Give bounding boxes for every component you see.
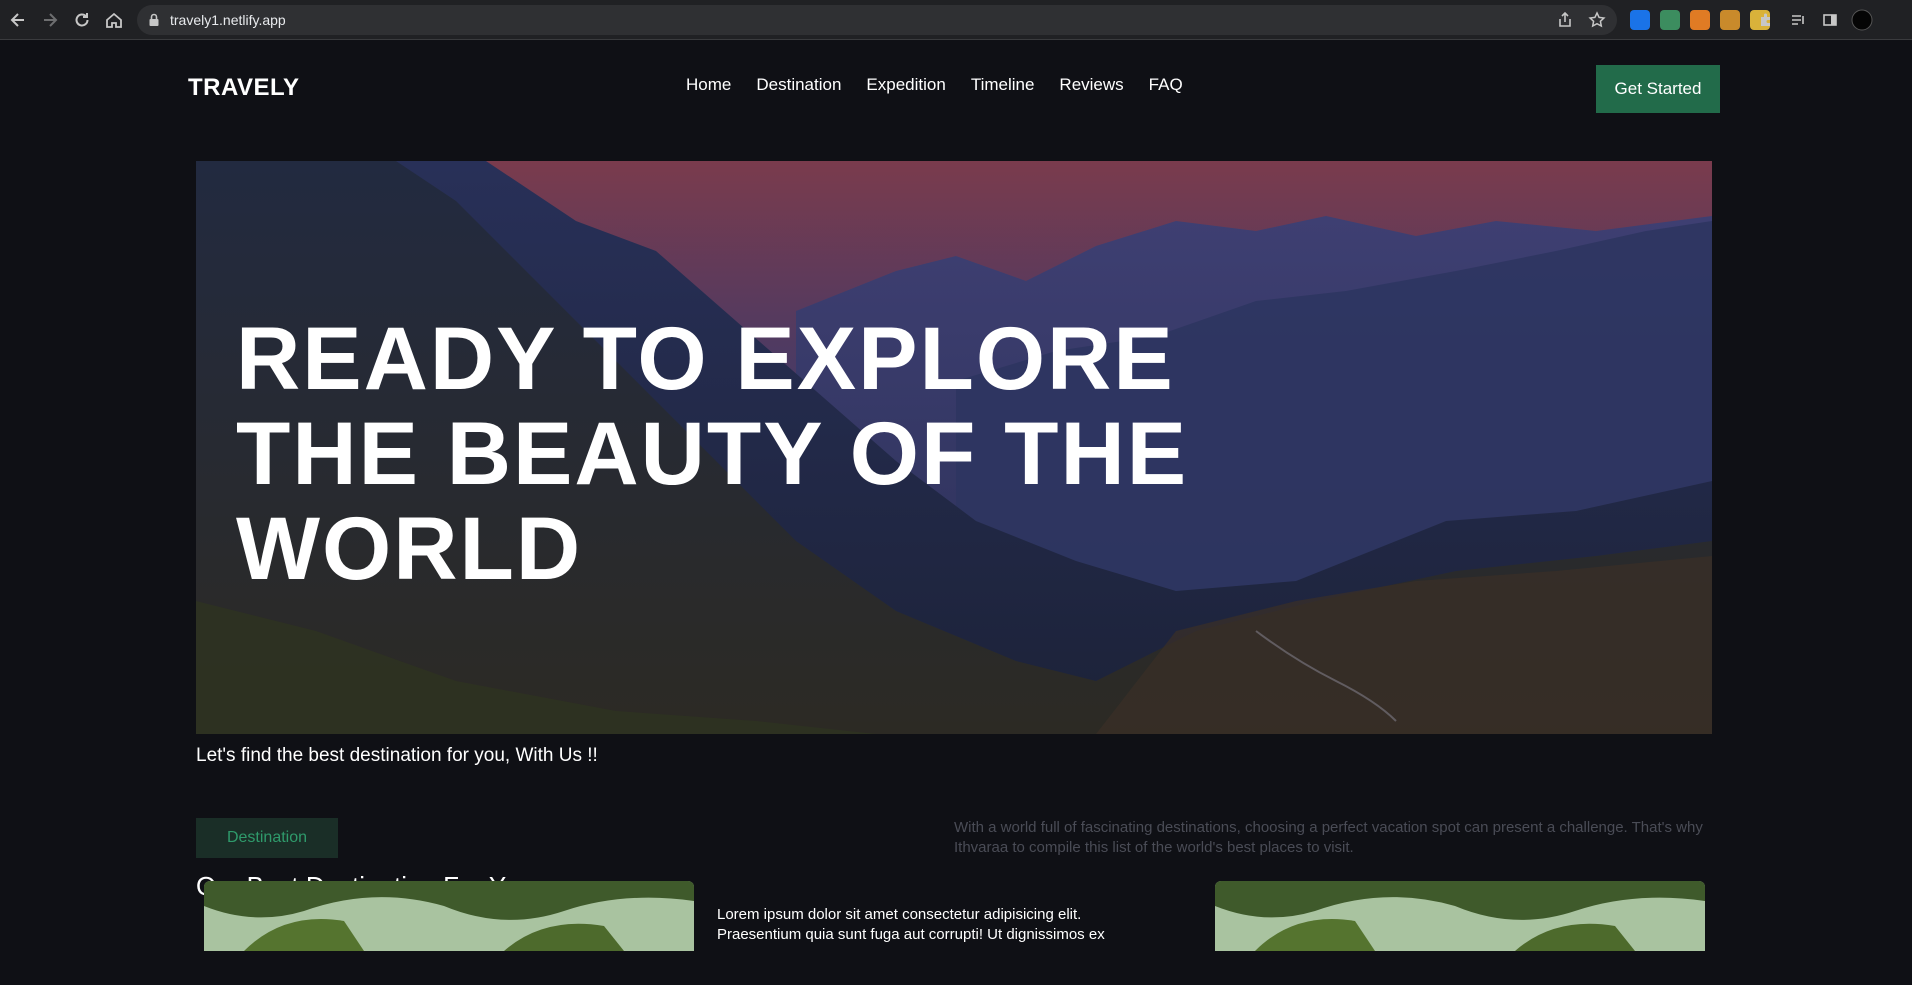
home-icon[interactable] xyxy=(102,8,126,32)
hero-heading-line-2: THE BEAUTY OF THE xyxy=(236,403,1189,503)
side-panel-icon[interactable] xyxy=(1818,8,1842,32)
brand-logo[interactable]: TRAVELY xyxy=(188,74,300,102)
destination-card-text: Lorem ipsum dolor sit amet consectetur a… xyxy=(717,905,1157,945)
bookmark-star-icon[interactable] xyxy=(1588,11,1606,29)
hero-heading: READY TO EXPLORE THE BEAUTY OF THE WORLD xyxy=(236,311,1336,596)
nav-link-faq[interactable]: FAQ xyxy=(1149,75,1183,95)
reading-list-icon[interactable] xyxy=(1786,8,1810,32)
get-started-button[interactable]: Get Started xyxy=(1596,65,1720,113)
nav-link-expedition[interactable]: Expedition xyxy=(866,75,945,95)
extension-sheets-icon[interactable] xyxy=(1660,10,1680,30)
extensions-puzzle-icon[interactable] xyxy=(1754,8,1778,32)
extension-fox-icon[interactable] xyxy=(1720,10,1740,30)
url-text: travely1.netlify.app xyxy=(170,12,286,28)
share-icon[interactable] xyxy=(1556,11,1574,29)
destination-card-image-right[interactable] xyxy=(1215,881,1705,951)
nav-link-reviews[interactable]: Reviews xyxy=(1059,75,1123,95)
back-icon[interactable] xyxy=(6,8,30,32)
hero-banner: READY TO EXPLORE THE BEAUTY OF THE WORLD xyxy=(196,161,1712,734)
hero-heading-line-1: READY TO EXPLORE xyxy=(236,308,1175,408)
page: TRAVELY Home Destination Expedition Time… xyxy=(0,41,1912,985)
nav-link-destination[interactable]: Destination xyxy=(756,75,841,95)
browser-toolbar: travely1.netlify.app xyxy=(0,0,1912,40)
lock-icon xyxy=(149,13,159,26)
reload-icon[interactable] xyxy=(70,8,94,32)
card-text-line-2: Praesentium quia sunt fuga aut corrupti!… xyxy=(717,926,1105,943)
nav-link-timeline[interactable]: Timeline xyxy=(971,75,1035,95)
forward-icon[interactable] xyxy=(38,8,62,32)
profile-avatar[interactable] xyxy=(1850,8,1874,32)
destination-card-image-left[interactable] xyxy=(204,881,694,951)
destination-badge: Destination xyxy=(196,818,338,858)
destination-description: With a world full of fascinating destina… xyxy=(954,819,1703,856)
nav-link-home[interactable]: Home xyxy=(686,75,731,95)
extension-metamask-icon[interactable] xyxy=(1690,10,1710,30)
hero-heading-line-3: WORLD xyxy=(236,498,583,598)
extension-translate-icon[interactable] xyxy=(1630,10,1650,30)
card-text-line-1: Lorem ipsum dolor sit amet consectetur a… xyxy=(717,906,1082,923)
hero-tagline: Let's find the best destination for you,… xyxy=(196,745,598,766)
address-bar[interactable]: travely1.netlify.app xyxy=(137,5,1617,35)
main-nav: Home Destination Expedition Timeline Rev… xyxy=(686,75,1183,95)
